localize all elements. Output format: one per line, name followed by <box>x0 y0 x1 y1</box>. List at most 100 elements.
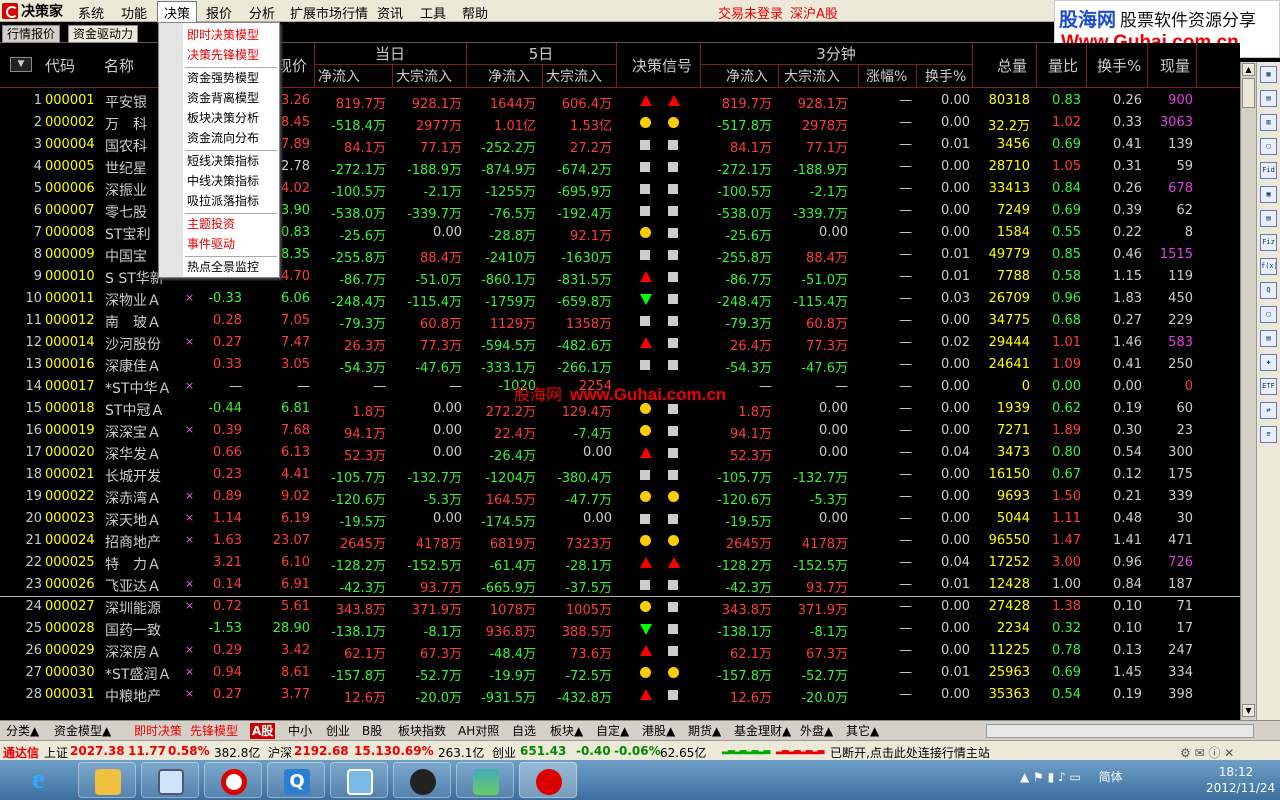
bottom-tab[interactable]: B股 <box>360 723 384 739</box>
toolbar-icon[interactable]: ≡ <box>1260 426 1277 443</box>
trade-login-status[interactable]: 交易未登录 <box>718 3 783 22</box>
bottom-tab[interactable]: 基金理财▲ <box>732 723 793 739</box>
table-row[interactable]: 25 000028 国药一致 -1.53 28.90 -138.1万 -8.1万 936.8万… <box>0 618 1240 640</box>
dropdown-item[interactable]: 吸拉派落指标 <box>187 192 259 209</box>
bottom-tab[interactable]: AH对照 <box>456 723 501 739</box>
menu-news[interactable]: 资讯 <box>377 3 403 22</box>
dropdown-item[interactable]: 资金背离模型 <box>187 89 259 106</box>
col-total-volume[interactable]: 总量 <box>997 55 1027 76</box>
menu-quote[interactable]: 报价 <box>206 3 232 22</box>
dropdown-item[interactable]: 决策先锋模型 <box>187 46 259 63</box>
ime-language[interactable]: 简体 <box>1099 770 1123 784</box>
table-row[interactable]: 10 000011 深物业Ａ × -0.33 6.06 -248.4万 -115.4万 -175… <box>0 288 1240 310</box>
scroll-thumb[interactable] <box>1242 78 1255 108</box>
col-3m-change[interactable]: 涨幅% <box>866 66 907 86</box>
ie-taskbar-button[interactable]: e <box>18 762 76 798</box>
col-name[interactable]: 名称 <box>104 55 134 76</box>
bottom-tab[interactable]: 中小 <box>286 723 314 739</box>
menu-decision[interactable]: 决策 <box>157 1 198 24</box>
dropdown-item[interactable]: 资金强势模型 <box>187 69 259 86</box>
dropdown-item[interactable]: 主题投资 <box>187 215 235 232</box>
toolbar-icon[interactable]: ▣ <box>1260 186 1277 203</box>
status-tools-icon[interactable]: ⚙ ✉ ⓘ ✕ <box>1180 744 1234 761</box>
decision-app-taskbar-button[interactable] <box>519 762 577 798</box>
horizontal-scrollbar[interactable] <box>986 724 1254 738</box>
opera-taskbar-button[interactable] <box>204 762 262 798</box>
connection-status[interactable]: 已断开,点击此处连接行情主站 <box>830 744 990 761</box>
tab-capital-drive[interactable]: 资金驱动力 <box>68 25 139 43</box>
bottom-tab[interactable]: 分类▲ <box>4 723 41 739</box>
tab-quote[interactable]: 行情报价 <box>2 25 61 43</box>
table-row[interactable]: 23 000026 飞亚达Ａ × 0.14 6.91 -42.3万 93.7万 -665.9万 -… <box>0 574 1240 596</box>
bottom-tab[interactable]: 创业 <box>324 723 352 739</box>
bottom-tab[interactable]: A股 <box>250 723 276 739</box>
toolbar-icon[interactable]: Q <box>1260 282 1277 299</box>
toolbar-icon[interactable]: ▤ <box>1260 210 1277 227</box>
table-row[interactable]: 12 000014 沙河股份 × 0.27 7.47 26.3万 77.3万 -594.5万 -4… <box>0 332 1240 354</box>
bottom-tab[interactable]: 资金模型▲ <box>52 723 113 739</box>
col-code[interactable]: 代码 <box>45 55 75 76</box>
col-5d-net[interactable]: 净流入 <box>488 66 530 86</box>
table-row[interactable]: 28 000031 中粮地产 × 0.27 3.77 12.6万 -20.0万 -931.5万 -… <box>0 684 1240 706</box>
menu-extended-market[interactable]: 扩展市场行情 <box>290 3 368 22</box>
bottom-tab[interactable]: 自选 <box>510 723 538 739</box>
table-row[interactable]: 18 000021 长城开发 0.23 4.41 -105.7万 -132.7万 -1204万… <box>0 464 1240 486</box>
dropdown-item[interactable]: 板块决策分析 <box>187 109 259 126</box>
col-turnover[interactable]: 换手% <box>1097 55 1141 76</box>
col-3m-block[interactable]: 大宗流入 <box>784 66 840 86</box>
tray-icons[interactable]: ▲ ⚑ ▮ ♪ ▭ <box>1020 770 1081 784</box>
dropdown-item[interactable]: 中线决策指标 <box>187 172 259 189</box>
bottom-tab[interactable]: 自定▲ <box>594 723 631 739</box>
col-today-block[interactable]: 大宗流入 <box>396 66 452 86</box>
bottom-tab[interactable]: 先锋模型 <box>188 723 240 739</box>
table-row[interactable]: 21 000024 招商地产 × 1.63 23.07 2645万 4178万 6819万 732… <box>0 530 1240 552</box>
table-row[interactable]: 11 000012 南 玻Ａ 0.28 7.05 -79.3万 60.8万 1129万 1358… <box>0 310 1240 332</box>
clock[interactable]: 18:12 2012/11/24 <box>1206 764 1275 796</box>
toolbar-icon[interactable]: ▦ <box>1260 66 1277 83</box>
dropdown-item[interactable]: 资金流向分布 <box>187 129 259 146</box>
toolbar-icon[interactable]: Fid <box>1260 162 1277 179</box>
gear-app-taskbar-button[interactable] <box>393 762 451 798</box>
bottom-tab[interactable]: 板块指数 <box>396 723 448 739</box>
bottom-tab[interactable]: 期货▲ <box>686 723 723 739</box>
menu-tools[interactable]: 工具 <box>420 3 446 22</box>
dropdown-item[interactable]: 热点全景监控 <box>187 258 259 275</box>
dropdown-item[interactable]: 事件驱动 <box>187 235 235 252</box>
table-row[interactable]: 26 000029 深深房Ａ × 0.29 3.42 62.1万 67.3万 -48.4万 73.… <box>0 640 1240 662</box>
table-row[interactable]: 17 000020 深华发Ａ 0.66 6.13 52.3万 0.00 -26.4万 0.00 5… <box>0 442 1240 464</box>
table-row[interactable]: 24 000027 深圳能源 × 0.72 5.61 343.8万 371.9万 1078万 10… <box>0 596 1240 618</box>
table-row[interactable]: 16 000019 深深宝Ａ × 0.39 7.68 94.1万 0.00 22.4万 -7.4万… <box>0 420 1240 442</box>
col-volume-ratio[interactable]: 量比 <box>1048 55 1078 76</box>
table-row[interactable]: 27 000030 *ST盛润Ａ × 0.94 8.61 -157.8万 -52.7万 -19.… <box>0 662 1240 684</box>
photo-taskbar-button[interactable] <box>456 762 514 798</box>
sort-menu-button[interactable]: ▼ <box>10 57 32 72</box>
table-row[interactable]: 22 000025 特 力Ａ 3.21 6.10 -128.2万 -152.5万 -61.4万… <box>0 552 1240 574</box>
bottom-tab[interactable]: 港股▲ <box>640 723 677 739</box>
col-current-volume[interactable]: 现量 <box>1160 55 1190 76</box>
toolbar-icon[interactable]: ETF <box>1260 378 1277 395</box>
dropdown-item[interactable]: 即时决策模型 <box>187 26 259 43</box>
toolbar-icon[interactable]: f(x) <box>1260 258 1277 275</box>
col-price[interactable]: 现价 <box>277 55 307 76</box>
table-row[interactable]: 20 000023 深天地Ａ × 1.14 6.19 -19.5万 0.00 -174.5万 0.… <box>0 508 1240 530</box>
toolbar-icon[interactable]: ▢ <box>1260 138 1277 155</box>
menu-function[interactable]: 功能 <box>121 3 147 22</box>
col-today-net[interactable]: 净流入 <box>318 66 360 86</box>
toolbar-icon[interactable]: ▢ <box>1260 306 1277 323</box>
vertical-scrollbar[interactable]: ▲ ▼ <box>1240 62 1256 720</box>
toolbar-icon[interactable]: Fiz <box>1260 234 1277 251</box>
col-3m-net[interactable]: 净流入 <box>726 66 768 86</box>
bottom-tab[interactable]: 板块▲ <box>548 723 585 739</box>
toolbar-icon[interactable]: ▥ <box>1260 114 1277 131</box>
menu-analysis[interactable]: 分析 <box>249 3 275 22</box>
monitor-taskbar-button[interactable] <box>141 762 199 798</box>
col-signal[interactable]: 决策信号 <box>632 55 692 76</box>
toolbar-icon[interactable]: ⇄ <box>1260 402 1277 419</box>
toolbar-icon[interactable]: ▤ <box>1260 330 1277 347</box>
scroll-down-icon[interactable]: ▼ <box>1242 704 1255 717</box>
table-row[interactable]: 13 000016 深康佳Ａ 0.33 3.05 -54.3万 -47.6万 -333.1万 -… <box>0 354 1240 376</box>
menu-system[interactable]: 系统 <box>78 3 104 22</box>
q-app-taskbar-button[interactable]: Q <box>267 762 325 798</box>
bottom-tab[interactable]: 即时决策 <box>132 723 184 739</box>
col-5d-block[interactable]: 大宗流入 <box>546 66 602 86</box>
